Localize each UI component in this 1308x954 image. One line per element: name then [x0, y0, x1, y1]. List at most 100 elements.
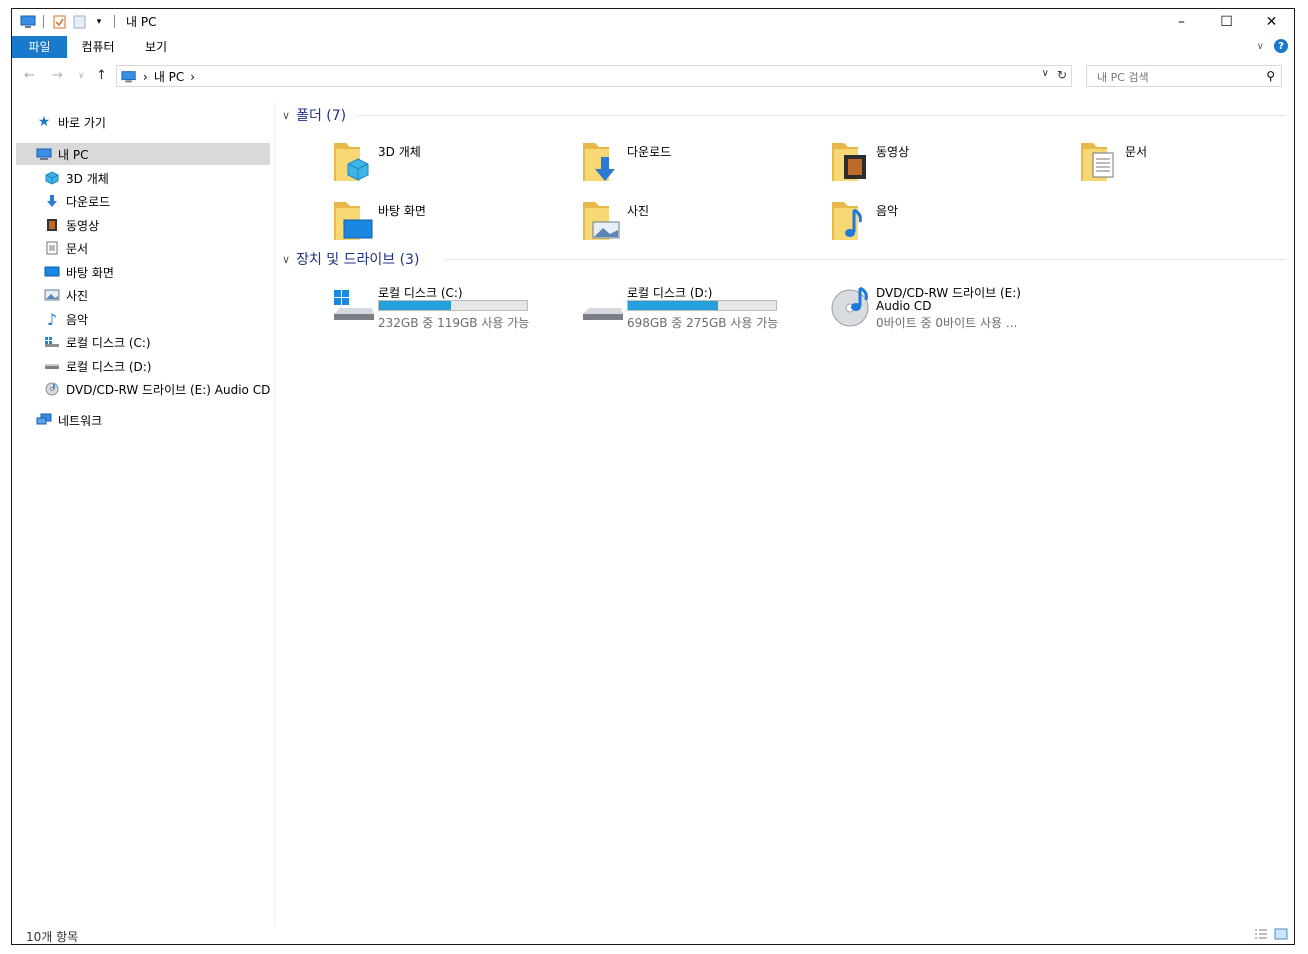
search-icon[interactable]: ⚲: [1266, 69, 1275, 83]
details-view-icon[interactable]: [1254, 928, 1268, 943]
drive-usage-fill: [379, 301, 452, 310]
nav-item-label: 바탕 화면: [66, 265, 114, 280]
folder-tile-downloads[interactable]: 다운로드: [581, 139, 801, 187]
windows-drive-icon: [44, 334, 60, 350]
folder-tile-documents[interactable]: 문서: [1079, 139, 1294, 187]
nav-item-network[interactable]: 네트워크: [36, 409, 102, 431]
group-header-label: 폴더 (7): [296, 108, 347, 124]
tab-computer[interactable]: 컴퓨터: [74, 36, 122, 58]
view-toggles: [1254, 928, 1288, 943]
window-title: 내 PC: [126, 15, 157, 29]
customize-toolbar-chevron-icon[interactable]: ▾: [91, 14, 107, 30]
folder-icon: [1081, 143, 1114, 181]
refresh-icon[interactable]: ↻: [1057, 68, 1067, 82]
new-folder-icon[interactable]: [71, 14, 87, 30]
drive-tile-dvd[interactable]: DVD/CD-RW 드라이브 (E:) Audio CD 0바이트 중 0바이트…: [830, 284, 1070, 332]
item-count: 10개 항목: [26, 930, 79, 944]
cd-icon: [44, 381, 60, 397]
properties-icon[interactable]: [51, 14, 67, 30]
drive-label: 로컬 디스크 (C:): [378, 286, 463, 300]
desktop-icon: [44, 264, 60, 280]
maximize-button[interactable]: ☐: [1204, 9, 1249, 35]
nav-item-label: 다운로드: [66, 194, 111, 209]
folder-tile-music[interactable]: 음악: [830, 198, 1050, 246]
large-icons-view-icon[interactable]: [1274, 928, 1288, 943]
nav-item-label: 네트워크: [58, 413, 103, 428]
nav-item-label: 사진: [66, 288, 89, 303]
address-bar[interactable]: › 내 PC › ∨ ↻: [116, 65, 1072, 87]
music-note-icon: ♪: [46, 309, 58, 329]
document-icon: [44, 240, 60, 256]
folder-tile-videos[interactable]: 동영상: [830, 139, 1050, 187]
ribbon-tabs: 파일 컴퓨터 보기 ∨ ?: [12, 36, 1294, 58]
tab-file[interactable]: 파일: [12, 36, 67, 58]
title-bar: ▾ 내 PC – ☐ ✕: [12, 9, 1294, 35]
nav-item-desktop[interactable]: 바탕 화면: [44, 261, 114, 283]
nav-item-pictures[interactable]: 사진: [44, 284, 88, 306]
folder-icon: [334, 143, 369, 181]
nav-item-downloads[interactable]: 다운로드: [44, 190, 110, 212]
minimize-button[interactable]: –: [1159, 9, 1204, 35]
nav-item-dvd-drive[interactable]: DVD/CD-RW 드라이브 (E:) Audio CD: [44, 378, 270, 400]
nav-item-label: 음악: [66, 312, 89, 327]
folder-tile-3d-objects[interactable]: 3D 개체: [332, 139, 552, 187]
nav-item-label: 문서: [66, 241, 89, 256]
address-dropdown-chevron-icon[interactable]: ∨: [1042, 68, 1049, 82]
folder-label: 문서: [1125, 145, 1148, 159]
drive-free-space: 698GB 중 275GB 사용 가능: [627, 316, 779, 330]
drive-tile-d[interactable]: 로컬 디스크 (D:) 698GB 중 275GB 사용 가능: [581, 284, 811, 332]
collapse-chevron-icon[interactable]: ∨: [282, 253, 290, 266]
folder-tile-pictures[interactable]: 사진: [581, 198, 801, 246]
folder-tile-desktop[interactable]: 바탕 화면: [332, 198, 552, 246]
folder-icon: [832, 143, 866, 181]
nav-item-3d-objects[interactable]: 3D 개체: [44, 167, 109, 189]
folder-icon: [583, 143, 615, 181]
nav-item-label: 3D 개체: [66, 171, 109, 186]
folder-label: 바탕 화면: [378, 204, 426, 218]
help-icon[interactable]: ?: [1274, 39, 1288, 53]
search-box[interactable]: ⚲: [1086, 65, 1282, 87]
drive-free-space: 232GB 중 119GB 사용 가능: [378, 316, 530, 330]
nav-item-documents[interactable]: 문서: [44, 237, 88, 259]
drive-tile-c[interactable]: 로컬 디스크 (C:) 232GB 중 119GB 사용 가능: [332, 284, 562, 332]
nav-item-videos[interactable]: 동영상: [44, 214, 99, 236]
tab-view[interactable]: 보기: [136, 36, 176, 58]
expand-ribbon-chevron-icon[interactable]: ∨: [1257, 41, 1264, 52]
group-divider: [356, 115, 1286, 116]
up-arrow-icon[interactable]: ↑: [96, 68, 107, 83]
collapse-chevron-icon[interactable]: ∨: [282, 109, 290, 122]
status-bar: 10개 항목: [12, 926, 1294, 944]
drive-usage-bar: [627, 300, 777, 311]
nav-item-quick-access[interactable]: ★ 바로 가기: [36, 111, 106, 133]
nav-item-music[interactable]: ♪ 음악: [44, 308, 88, 330]
drive-icon: [44, 358, 60, 374]
film-icon: [44, 217, 60, 233]
group-header-devices[interactable]: ∨ 장치 및 드라이브 (3): [282, 249, 419, 269]
folder-label: 동영상: [876, 145, 910, 159]
picture-icon: [44, 287, 60, 303]
nav-item-label: DVD/CD-RW 드라이브 (E:) Audio CD: [66, 382, 271, 397]
recent-locations-chevron-icon[interactable]: ∨: [78, 71, 85, 81]
nav-item-local-disk-c[interactable]: 로컬 디스크 (C:): [44, 331, 151, 353]
breadcrumb-separator-icon[interactable]: ›: [190, 70, 195, 84]
drive-usage-fill: [628, 301, 718, 310]
search-input[interactable]: [1095, 68, 1259, 86]
nav-item-label: 로컬 디스크 (D:): [66, 359, 152, 374]
group-header-folders[interactable]: ∨ 폴더 (7): [282, 105, 346, 125]
toolbar-divider: [114, 15, 115, 28]
this-pc-icon: [36, 146, 52, 162]
cube-icon: [44, 170, 60, 186]
drive-free-space: 0바이트 중 0바이트 사용 ...: [876, 316, 1018, 330]
breadcrumb-item-this-pc[interactable]: 내 PC: [154, 68, 184, 85]
forward-arrow-icon[interactable]: →: [52, 68, 63, 83]
drive-media-label: Audio CD: [876, 299, 932, 313]
folder-icon: [832, 202, 862, 240]
nav-item-local-disk-d[interactable]: 로컬 디스크 (D:): [44, 355, 151, 377]
breadcrumb-separator-icon[interactable]: ›: [143, 70, 148, 84]
nav-item-this-pc[interactable]: 내 PC: [16, 143, 270, 165]
back-arrow-icon[interactable]: ←: [24, 68, 35, 83]
close-button[interactable]: ✕: [1249, 9, 1294, 35]
network-icon: [36, 412, 52, 428]
folder-icon: [583, 202, 620, 240]
file-explorer-window: ▾ 내 PC – ☐ ✕ 파일 컴퓨터 보기 ∨ ? ← → ∨ ↑ › 내 P…: [11, 8, 1295, 945]
